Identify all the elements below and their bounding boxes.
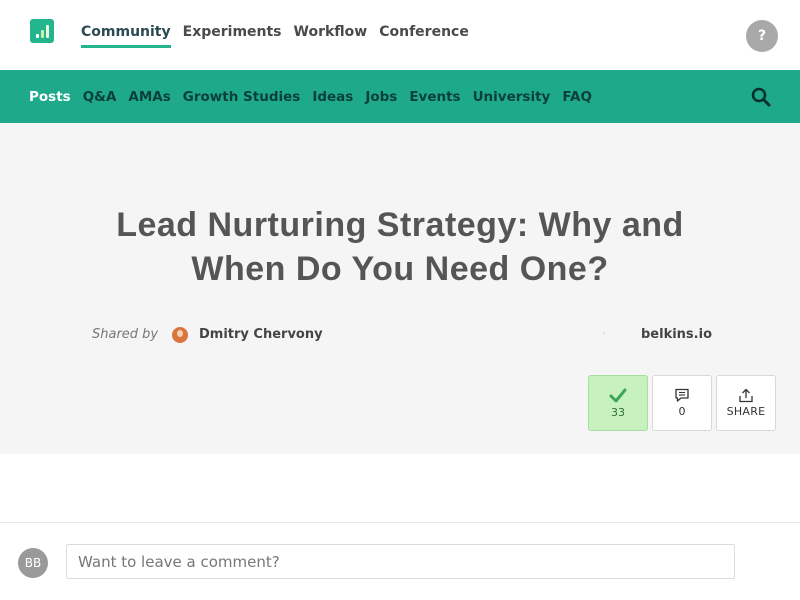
section-nav: Posts Q&A AMAs Growth Studies Ideas Jobs… [0,70,800,123]
comment-bubble-icon [675,388,689,402]
checkmark-icon [609,388,627,402]
post-title[interactable]: Lead Nurturing Strategy: Why and When Do… [100,203,700,291]
comment-input[interactable] [66,544,735,579]
post-hero: Lead Nurturing Strategy: Why and When Do… [0,123,800,454]
top-nav-conference[interactable]: Conference [379,24,469,48]
section-nav-university[interactable]: University [473,89,551,105]
section-nav-events[interactable]: Events [409,89,460,105]
share-label: SHARE [726,405,766,418]
section-nav-amas[interactable]: AMAs [128,89,170,105]
section-nav-posts[interactable]: Posts [29,89,71,105]
top-nav-community[interactable]: Community [81,24,171,48]
share-icon [739,388,753,403]
comment-count: 0 [678,405,686,418]
section-nav-qa[interactable]: Q&A [83,89,117,105]
section-nav-jobs[interactable]: Jobs [365,89,397,105]
top-nav: Community Experiments Workflow Conferenc… [81,24,469,48]
upvote-count: 33 [611,405,625,419]
source-domain[interactable]: belkins.io [641,327,712,342]
search-icon[interactable] [751,87,771,107]
current-user-avatar: BB [18,548,48,578]
top-nav-workflow[interactable]: Workflow [294,24,368,48]
shared-by-label: Shared by [92,327,159,342]
author-avatar[interactable] [172,327,188,343]
share-button[interactable]: SHARE [716,375,776,431]
comments-button[interactable]: 0 [652,375,712,431]
section-divider [0,522,800,523]
section-nav-faq[interactable]: FAQ [562,89,592,105]
section-nav-growth-studies[interactable]: Growth Studies [183,89,301,105]
top-header: Community Experiments Workflow Conferenc… [0,0,800,70]
help-button[interactable]: ? [746,20,778,52]
growthhackers-logo-icon[interactable] [30,19,54,43]
top-nav-experiments[interactable]: Experiments [183,24,282,48]
meta-separator: · [603,329,606,338]
section-nav-ideas[interactable]: Ideas [312,89,353,105]
upvote-button[interactable]: 33 [588,375,648,431]
author-name[interactable]: Dmitry Chervony [199,327,323,342]
